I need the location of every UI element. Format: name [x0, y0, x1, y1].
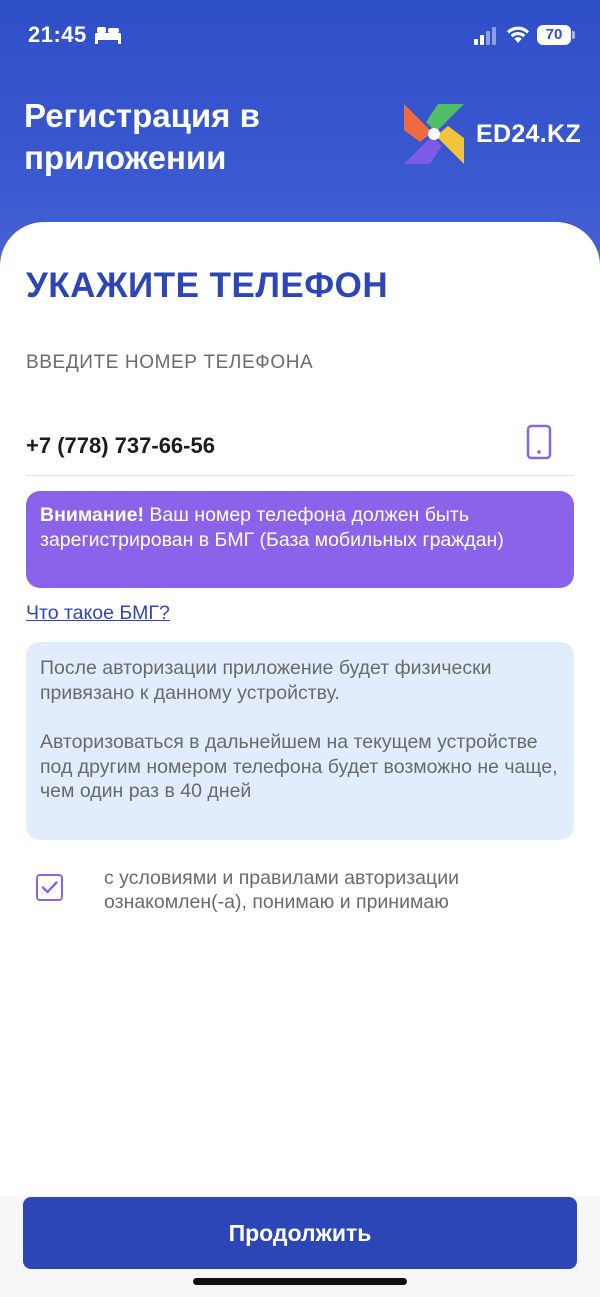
status-time: 21:45	[28, 22, 87, 47]
info-paragraph-1: После авторизации приложение будет физич…	[40, 657, 492, 704]
consent-checkbox[interactable]	[36, 874, 63, 901]
battery-icon: 70	[537, 25, 575, 45]
logo-text: ED24.KZ	[476, 120, 581, 148]
app-title: Регистрация в приложении	[24, 97, 260, 176]
section-title: УКАЖИТЕ ТЕЛЕФОН	[26, 266, 389, 305]
info-box: После авторизации приложение будет физич…	[26, 642, 574, 840]
status-bar: 21:45 70	[0, 0, 600, 72]
phone-field-label: ВВЕДИТЕ НОМЕР ТЕЛЕФОНА	[26, 352, 314, 373]
what-is-bmg-link[interactable]: Что такое БМГ?	[26, 602, 170, 625]
warning-box: Внимание! Ваш номер телефона должен быть…	[26, 491, 574, 588]
continue-button[interactable]: Продолжить	[23, 1197, 577, 1269]
battery-tip	[572, 31, 575, 39]
wifi-icon	[507, 26, 529, 43]
battery-level: 70	[537, 25, 571, 45]
warning-title: Внимание!	[40, 504, 144, 526]
home-indicator[interactable]	[193, 1278, 407, 1285]
mobile-phone-icon[interactable]	[526, 424, 552, 460]
signal-icon	[474, 27, 496, 45]
ed24-logo-icon	[404, 104, 464, 164]
bed-icon	[95, 27, 121, 44]
checkmark-icon	[41, 881, 58, 894]
consent-text: с условиями и правилами авторизации озна…	[104, 867, 459, 913]
info-paragraph-2: Авторизоваться в дальнейшем на текущем у…	[40, 731, 558, 802]
phone-input[interactable]	[26, 416, 574, 476]
